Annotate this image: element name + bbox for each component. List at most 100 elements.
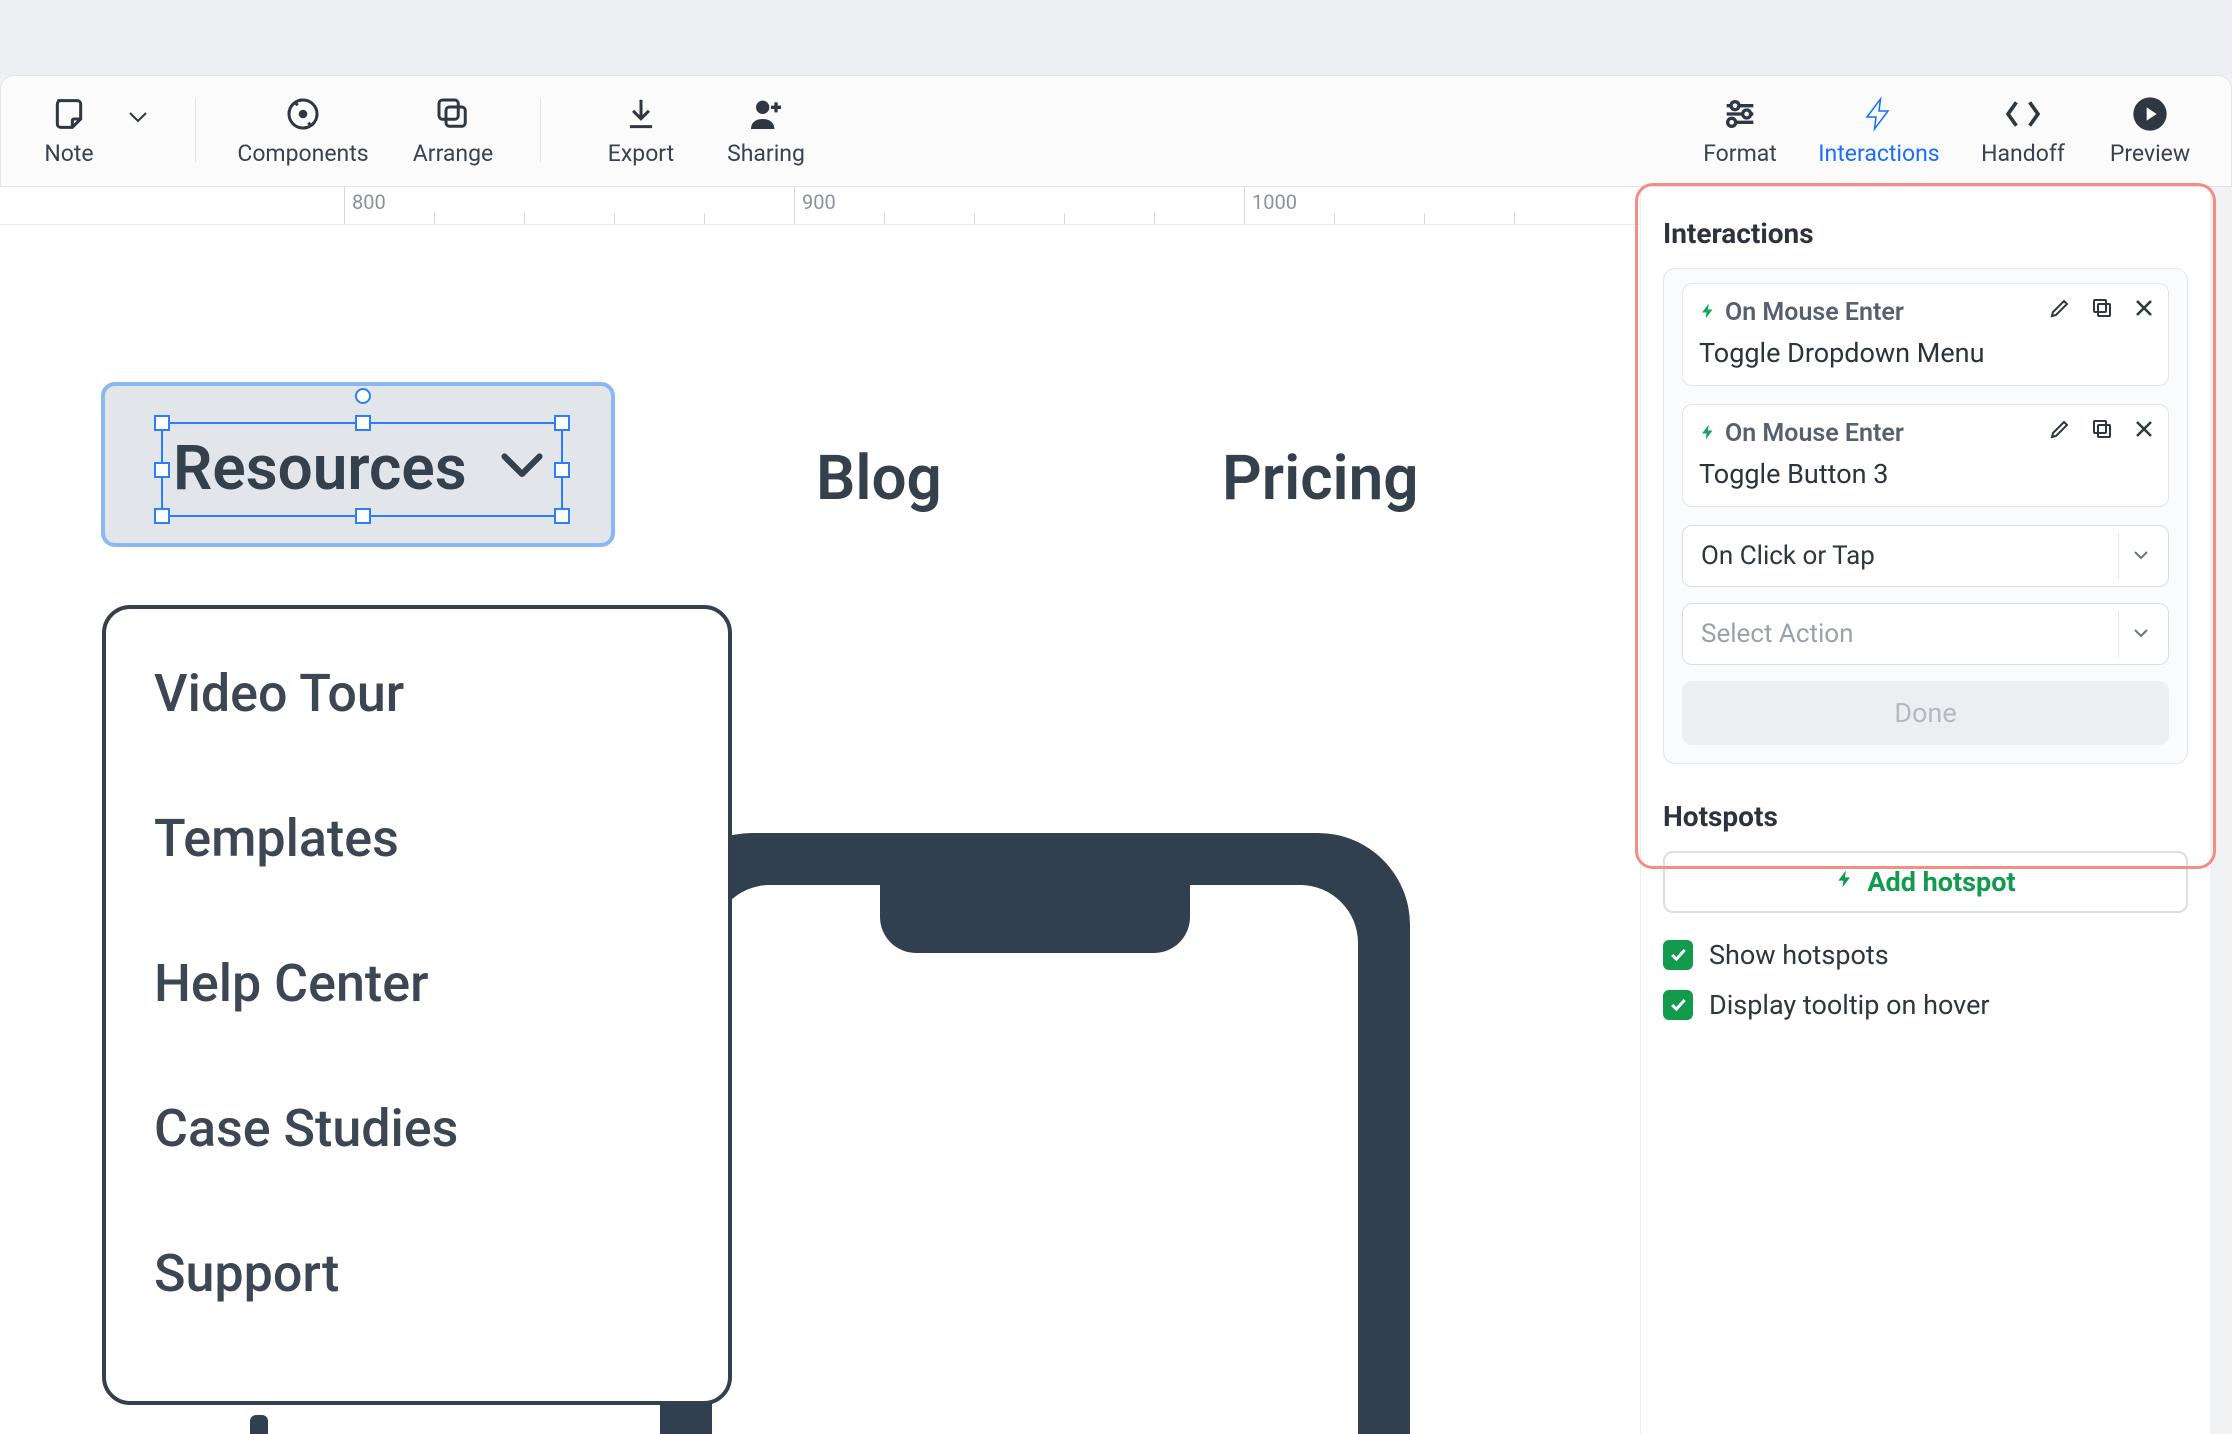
note-tool-group: Note: [19, 90, 173, 167]
note-button[interactable]: Note: [19, 90, 119, 167]
interaction-item[interactable]: On Mouse Enter Toggle Dropdown Menu: [1682, 283, 2169, 386]
duplicate-icon[interactable]: [2090, 296, 2114, 324]
phone-frame[interactable]: [660, 833, 1410, 1434]
resize-handle[interactable]: [154, 415, 170, 431]
resize-handle[interactable]: [554, 462, 570, 478]
ruler-tick-label: 800: [352, 190, 386, 214]
checkbox-checked-icon[interactable]: [1663, 940, 1693, 970]
hotspots-section-title: Hotspots: [1663, 800, 2188, 833]
format-label: Format: [1703, 140, 1777, 167]
bolt-icon: [1699, 300, 1717, 326]
handoff-tab[interactable]: Handoff: [1959, 90, 2087, 167]
components-icon: [282, 90, 324, 138]
chevron-down-icon: [501, 452, 543, 486]
app-root: Note Components: [0, 0, 2232, 1434]
nav-link-blog[interactable]: Blog: [816, 442, 942, 515]
interactions-section-title: Interactions: [1663, 217, 2188, 250]
preview-button[interactable]: Preview: [2087, 90, 2213, 167]
note-icon: [49, 90, 89, 138]
dropdown-item[interactable]: Case Studies: [154, 1098, 680, 1159]
resize-handle[interactable]: [355, 415, 371, 431]
toolbar-left-group: Note Components: [19, 76, 831, 186]
trigger-select-value: On Click or Tap: [1701, 541, 1875, 571]
interaction-trigger: On Mouse Enter: [1725, 298, 1904, 327]
toolbar-separator: [195, 98, 196, 162]
interaction-trigger: On Mouse Enter: [1725, 419, 1904, 448]
dropdown-item[interactable]: Help Center: [154, 953, 680, 1014]
bolt-icon: [1699, 421, 1717, 447]
arrange-button[interactable]: Arrange: [388, 90, 518, 167]
phone-side-button: [250, 1415, 268, 1434]
toolbar-separator: [540, 98, 541, 162]
sharing-label: Sharing: [727, 140, 805, 167]
selected-element-resources[interactable]: Resources: [101, 382, 615, 547]
toolbar-right-group: Format Interactions Handoff: [1681, 76, 2213, 186]
interaction-item[interactable]: On Mouse Enter Toggle Button 3: [1682, 404, 2169, 507]
add-hotspot-label: Add hotspot: [1867, 866, 2015, 898]
bolt-icon: [1835, 866, 1855, 898]
done-button: Done: [1682, 681, 2169, 745]
handoff-icon: [2001, 90, 2045, 138]
interactions-label: Interactions: [1818, 140, 1939, 167]
format-tab[interactable]: Format: [1681, 90, 1799, 167]
arrange-icon: [432, 90, 474, 138]
display-tooltip-label: Display tooltip on hover: [1709, 989, 1990, 1021]
components-label: Components: [237, 140, 368, 167]
resize-handle[interactable]: [154, 508, 170, 524]
preview-label: Preview: [2110, 140, 2190, 167]
window-chrome-gap: [0, 0, 2232, 75]
interaction-action: Toggle Button 3: [1699, 458, 2152, 490]
resize-handle[interactable]: [554, 508, 570, 524]
arrange-label: Arrange: [413, 140, 493, 167]
sharing-button[interactable]: Sharing: [701, 90, 831, 167]
export-label: Export: [608, 140, 674, 167]
preview-icon: [2130, 90, 2170, 138]
interactions-tab[interactable]: Interactions: [1799, 90, 1959, 167]
dropdown-item[interactable]: Video Tour: [154, 663, 680, 724]
note-dropdown-caret[interactable]: [129, 109, 147, 128]
close-icon[interactable]: [2132, 417, 2156, 445]
rotation-handle[interactable]: [355, 388, 371, 404]
dropdown-item[interactable]: Templates: [154, 808, 680, 869]
sharing-icon: [746, 90, 786, 138]
toolbar: Note Components: [0, 75, 2232, 187]
close-icon[interactable]: [2132, 296, 2156, 324]
caret-down-icon: [2118, 611, 2162, 657]
edit-icon[interactable]: [2048, 417, 2072, 445]
interactions-icon: [1861, 90, 1897, 138]
show-hotspots-checkbox-row[interactable]: Show hotspots: [1663, 939, 2188, 971]
add-hotspot-button[interactable]: Add hotspot: [1663, 851, 2188, 913]
action-select[interactable]: Select Action: [1682, 603, 2169, 665]
trigger-select[interactable]: On Click or Tap: [1682, 525, 2169, 587]
phone-notch: [880, 885, 1190, 953]
display-tooltip-checkbox-row[interactable]: Display tooltip on hover: [1663, 989, 2188, 1021]
ruler-tick-label: 1000: [1252, 190, 1297, 214]
nav-link-pricing[interactable]: Pricing: [1222, 442, 1419, 515]
format-icon: [1720, 90, 1760, 138]
ruler-tick-label: 900: [802, 190, 836, 214]
action-select-placeholder: Select Action: [1701, 619, 1853, 649]
handoff-label: Handoff: [1981, 140, 2065, 167]
interactions-card: On Mouse Enter Toggle Dropdown Menu On M…: [1663, 268, 2188, 764]
resize-handle[interactable]: [554, 415, 570, 431]
design-canvas[interactable]: Blog Pricing Video Tour Templates Help C…: [0, 225, 1640, 1434]
dropdown-menu[interactable]: Video Tour Templates Help Center Case St…: [102, 605, 732, 1405]
done-label: Done: [1894, 697, 1956, 729]
note-label: Note: [44, 140, 93, 167]
caret-down-icon: [2118, 533, 2162, 579]
interaction-action: Toggle Dropdown Menu: [1699, 337, 2152, 369]
export-icon: [622, 90, 660, 138]
inspector-panel: Interactions On Mouse Enter Toggle Dropd…: [1640, 187, 2210, 1434]
resize-handle[interactable]: [355, 508, 371, 524]
resize-handle[interactable]: [154, 462, 170, 478]
components-button[interactable]: Components: [218, 90, 388, 167]
phone-screen: [712, 885, 1358, 1434]
show-hotspots-label: Show hotspots: [1709, 939, 1889, 971]
export-button[interactable]: Export: [581, 90, 701, 167]
dropdown-item[interactable]: Support: [154, 1243, 680, 1304]
duplicate-icon[interactable]: [2090, 417, 2114, 445]
checkbox-checked-icon[interactable]: [1663, 990, 1693, 1020]
edit-icon[interactable]: [2048, 296, 2072, 324]
selection-bounding-box: Resources: [161, 422, 563, 517]
horizontal-ruler[interactable]: 800 900 1000: [0, 187, 1640, 225]
